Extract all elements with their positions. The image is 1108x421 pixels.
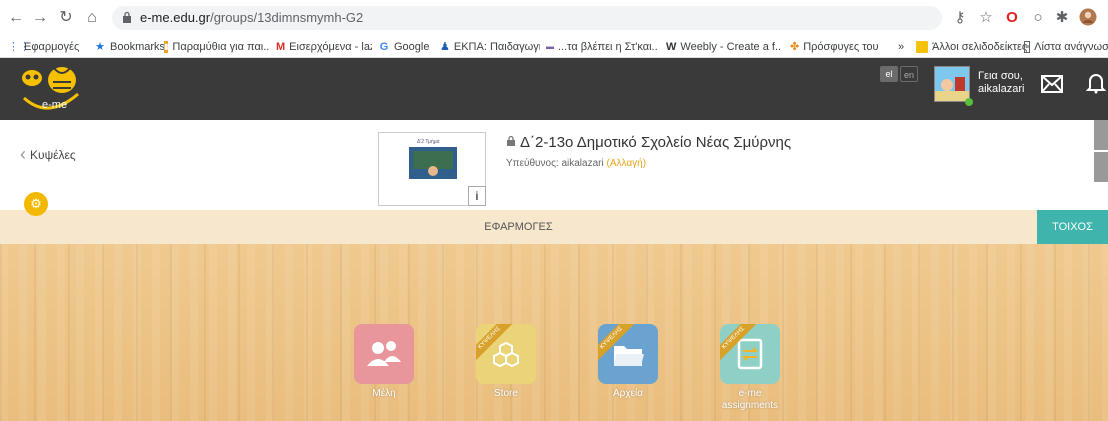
tab-bar: ΕΦΑΡΜΟΓΕΣ ΤΟΙΧΟΣ: [0, 210, 1108, 244]
side-panel-tab[interactable]: [1094, 120, 1108, 150]
lock-icon: [507, 135, 515, 146]
bookmark-refugees[interactable]: ✤Πρόσφυγες του 19...: [790, 39, 882, 55]
star-icon[interactable]: ☆: [976, 8, 996, 28]
lang-en-button[interactable]: en: [900, 66, 918, 82]
chevron-left-icon: ‹: [20, 144, 26, 164]
greeting[interactable]: Γεια σου, aikalazari: [978, 70, 1024, 96]
pinwheel-icon: ✤: [790, 41, 800, 53]
back-to-groups[interactable]: ‹ Κυψέλες: [20, 144, 76, 165]
lock-icon: [123, 11, 131, 23]
site-icon: ▬: [546, 42, 554, 51]
settings-gear-icon[interactable]: ⚙: [24, 192, 48, 216]
group-header: ‹ Κυψέλες Δ'2 Τμήμα i Δ΄2-13ο Δημοτικό Σ…: [0, 120, 1108, 206]
site-header: e-me el en Γεια σου, aikalazari: [0, 58, 1108, 120]
avatar[interactable]: [934, 66, 970, 102]
reading-list-icon: ≡: [1024, 41, 1031, 53]
gmail-icon: M: [276, 41, 286, 53]
bookmark-other[interactable]: Άλλοι σελιδοδείκτες: [916, 39, 1027, 55]
bookmark-ekpa[interactable]: ♟ΕΚΠΑ: Παιδαγωγικ...: [440, 39, 540, 55]
bookmark-weebly[interactable]: W Weebly - Create a f...: [666, 39, 782, 55]
envelope-icon[interactable]: [1038, 72, 1066, 100]
bookmark-bookmarks[interactable]: ★ Bookmarks: [94, 39, 165, 55]
extension-circle-icon[interactable]: ○: [1028, 8, 1048, 28]
classroom-image: [409, 147, 457, 179]
apps-area: Μέλη ΚΥΨΕΛΗΣ Store ΚΥΨΕΛΗΣ Αρχεία ΚΥΨΕΛΗ…: [0, 244, 1108, 421]
group-owner: Υπεύθυνος: aikalazari (Αλλαγή): [506, 158, 647, 169]
bookmark-fairytales[interactable]: ▮ Παραμύθια για παι...: [164, 39, 270, 55]
address-bar[interactable]: e-me.edu.gr/groups/13dimnsmymh-G2: [112, 6, 942, 30]
browser-toolbar: ← → ↻ ⌂ e-me.edu.gr/groups/13dimnsmymh-G…: [0, 0, 1108, 36]
tab-wall[interactable]: ΤΟΙΧΟΣ: [1037, 210, 1108, 244]
google-icon: G: [379, 41, 389, 53]
home-icon[interactable]: ⌂: [82, 8, 102, 28]
side-panel-tab-2[interactable]: [1094, 152, 1108, 182]
folder-icon: [916, 41, 928, 53]
key-icon[interactable]: ⚷: [950, 8, 970, 28]
svg-text:e-me: e-me: [42, 99, 67, 111]
lang-el-button[interactable]: el: [880, 66, 898, 82]
online-status-dot: [965, 98, 973, 106]
app-members[interactable]: Μέλη: [354, 324, 414, 400]
app-assignments[interactable]: ΚΥΨΕΛΗΣ e-me assignments: [720, 324, 780, 412]
profile-avatar-icon[interactable]: [1078, 8, 1098, 28]
ekpa-icon: ♟: [440, 41, 450, 53]
book-icon: ▮: [164, 41, 169, 53]
folder-icon: [614, 346, 644, 366]
forward-arrow-icon[interactable]: →: [30, 8, 50, 28]
bookmark-google[interactable]: G Google: [378, 39, 430, 55]
page-title: Δ΄2-13ο Δημοτικό Σχολείο Νέας Σμύρνης: [506, 134, 791, 151]
bell-icon[interactable]: [1082, 72, 1108, 100]
app-members-tile[interactable]: [354, 324, 414, 384]
star-icon: ★: [95, 41, 105, 53]
e-me-logo[interactable]: e-me: [18, 64, 88, 114]
bookmark-apps[interactable]: ⋮⋮ Εφαρμογές: [8, 39, 79, 55]
change-owner-link[interactable]: (Αλλαγή): [607, 158, 647, 169]
members-icon: [367, 341, 401, 366]
back-arrow-icon[interactable]: ←: [6, 8, 26, 28]
assignment-icon: [737, 338, 763, 370]
app-assignments-tile[interactable]: ΚΥΨΕΛΗΣ: [720, 324, 780, 384]
weebly-icon: W: [666, 41, 677, 53]
url-text: e-me.edu.gr/groups/13dimnsmymh-G2: [140, 10, 364, 25]
bookmark-inbox[interactable]: MΕισερχόμενα - lazk...: [276, 39, 372, 55]
hexagons-icon: [493, 341, 519, 368]
app-store[interactable]: ΚΥΨΕΛΗΣ Store: [476, 324, 536, 400]
bookmark-reading-list[interactable]: ≡Λίστα ανάγνωσης: [1024, 39, 1108, 55]
app-store-tile[interactable]: ΚΥΨΕΛΗΣ: [476, 324, 536, 384]
tab-apps[interactable]: ΕΦΑΡΜΟΓΕΣ: [0, 210, 1037, 244]
reload-icon[interactable]: ↻: [56, 8, 76, 28]
app-files-tile[interactable]: ΚΥΨΕΛΗΣ: [598, 324, 658, 384]
apps-grid-icon: ⋮⋮: [8, 41, 30, 53]
opera-icon[interactable]: O: [1002, 8, 1022, 28]
puzzle-icon[interactable]: ✱: [1052, 8, 1072, 28]
group-info-button[interactable]: i: [468, 186, 486, 206]
app-files[interactable]: ΚΥΨΕΛΗΣ Αρχεία: [598, 324, 658, 400]
bookmark-site[interactable]: ▬ ...τα βλέπει η Στ'και...: [546, 39, 658, 55]
bookmarks-bar: ⋮⋮ Εφαρμογές ★ Bookmarks ▮ Παραμύθια για πα…: [0, 36, 1108, 58]
bookmarks-overflow[interactable]: »: [898, 39, 904, 55]
